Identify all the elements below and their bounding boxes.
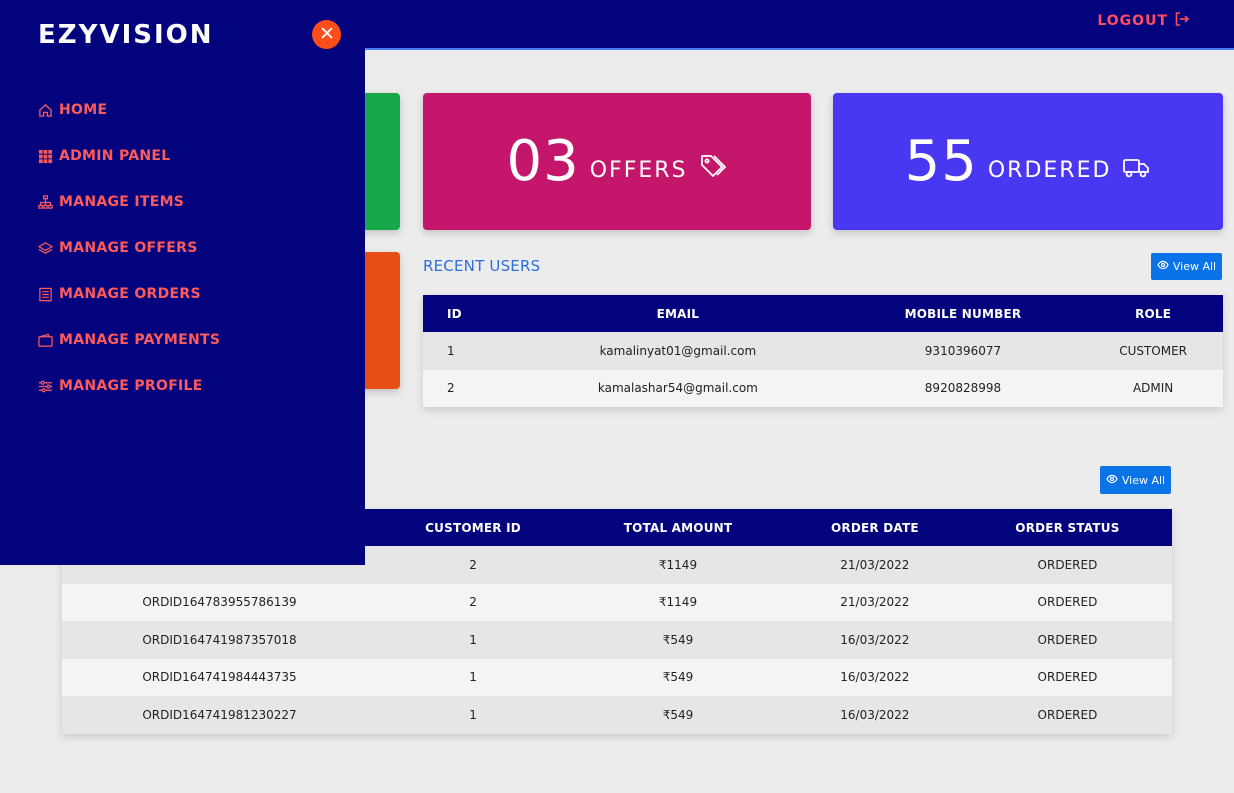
column-header: EMAIL <box>513 295 843 332</box>
table-row: 1 kamalinyat01@gmail.com 9310396077 CUST… <box>423 332 1223 370</box>
table-cell: ₹1149 <box>569 583 787 621</box>
table-row: ORDID164783955786139 2 ₹1149 21/03/2022 … <box>62 583 1172 621</box>
logout-button[interactable]: LOGOUT <box>1097 11 1190 31</box>
truck-icon <box>1121 152 1151 186</box>
table-cell: ADMIN <box>1083 369 1223 407</box>
document-icon <box>38 286 53 306</box>
eye-icon <box>1157 259 1169 274</box>
table-cell: 16/03/2022 <box>786 621 963 659</box>
table-cell: ORDERED <box>962 696 1172 734</box>
offers-label: OFFERS <box>589 158 688 183</box>
sidebar-item-manage-offers[interactable]: MANAGE OFFERS <box>37 240 220 286</box>
ordered-stat-card: 55 ORDERED <box>833 93 1223 230</box>
table-cell: 21/03/2022 <box>786 583 963 621</box>
table-cell: ₹549 <box>569 621 787 659</box>
recent-users-title: RECENT USERS <box>423 257 541 275</box>
logout-label: LOGOUT <box>1097 13 1168 29</box>
table-cell: 16/03/2022 <box>786 658 963 696</box>
logout-icon <box>1174 11 1190 31</box>
table-cell: kamalashar54@gmail.com <box>513 369 843 407</box>
layers-icon <box>37 240 54 260</box>
brand-logo[interactable]: EZYVISION <box>38 20 214 50</box>
sidebar-item-admin-panel[interactable]: ADMIN PANEL <box>38 148 220 194</box>
sidebar-item-home[interactable]: HOME <box>38 102 220 148</box>
column-header: ORDER STATUS <box>962 509 1172 546</box>
ordered-label: ORDERED <box>987 158 1112 183</box>
sidebar-item-label: MANAGE ITEMS <box>59 194 185 210</box>
sliders-icon <box>38 378 53 398</box>
recent-users-table: ID EMAIL MOBILE NUMBER ROLE 1 kamalinyat… <box>423 295 1223 407</box>
table-cell: 1 <box>377 658 570 696</box>
table-cell: ORDERED <box>962 621 1172 659</box>
table-row: 2 kamalashar54@gmail.com 8920828998 ADMI… <box>423 369 1223 407</box>
table-row: ORDID164741987357018 1 ₹549 16/03/2022 O… <box>62 621 1172 659</box>
sidebar-item-label: HOME <box>59 102 108 118</box>
table-cell: ₹549 <box>569 658 787 696</box>
sidebar-item-manage-items[interactable]: MANAGE ITEMS <box>38 194 220 240</box>
tags-icon <box>698 152 728 186</box>
table-cell: 2 <box>377 583 570 621</box>
grid-icon <box>38 148 53 168</box>
table-cell: ORDID164741984443735 <box>62 658 377 696</box>
table-cell: ORDERED <box>962 658 1172 696</box>
table-cell: 1 <box>377 696 570 734</box>
sidebar-nav: HOME ADMIN PANEL MANAGE ITEMS MANAGE OFF… <box>37 102 220 424</box>
sidebar-item-manage-profile[interactable]: MANAGE PROFILE <box>38 378 220 424</box>
table-cell: 1 <box>377 621 570 659</box>
sidebar-item-label: ADMIN PANEL <box>59 148 171 164</box>
sidebar-item-label: MANAGE PROFILE <box>59 378 203 394</box>
table-row: ORDID164741981230227 1 ₹549 16/03/2022 O… <box>62 696 1172 734</box>
wallet-icon <box>38 332 53 352</box>
sidebar: EZYVISION HOME ADMIN PANEL MANAGE ITEMS … <box>0 0 365 565</box>
sidebar-item-label: MANAGE ORDERS <box>59 286 201 302</box>
ordered-count: 55 <box>904 129 978 194</box>
column-header: CUSTOMER ID <box>377 509 570 546</box>
offers-stat-card: 03 OFFERS <box>423 93 811 230</box>
table-row: ORDID164741984443735 1 ₹549 16/03/2022 O… <box>62 658 1172 696</box>
table-cell: CUSTOMER <box>1083 332 1223 370</box>
table-cell: 8920828998 <box>842 369 1084 407</box>
table-cell: 2 <box>377 546 570 584</box>
table-cell: 9310396077 <box>842 332 1084 370</box>
column-header: ORDER DATE <box>786 509 963 546</box>
sidebar-item-manage-payments[interactable]: MANAGE PAYMENTS <box>38 332 220 378</box>
eye-icon <box>1106 473 1118 488</box>
table-cell: ₹549 <box>569 696 787 734</box>
column-header: MOBILE NUMBER <box>842 295 1084 332</box>
view-all-label: View All <box>1172 260 1217 273</box>
view-all-users-button[interactable]: View All <box>1151 253 1222 280</box>
table-header-row: ID EMAIL MOBILE NUMBER ROLE <box>423 295 1223 332</box>
table-cell: 21/03/2022 <box>786 546 963 584</box>
table-cell: 16/03/2022 <box>786 696 963 734</box>
sidebar-item-manage-orders[interactable]: MANAGE ORDERS <box>38 286 220 332</box>
close-sidebar-button[interactable] <box>312 20 341 49</box>
close-icon <box>320 25 334 44</box>
table-cell: ORDERED <box>962 546 1172 584</box>
table-cell: ORDID164783955786139 <box>62 583 377 621</box>
column-header: ROLE <box>1083 295 1223 332</box>
table-cell: ₹1149 <box>569 546 787 584</box>
table-cell: ORDERED <box>962 583 1172 621</box>
view-all-orders-button[interactable]: View All <box>1100 466 1171 494</box>
home-icon <box>38 102 53 122</box>
table-cell: kamalinyat01@gmail.com <box>513 332 843 370</box>
column-header: ID <box>423 295 513 332</box>
offers-count: 03 <box>506 129 580 194</box>
sidebar-item-label: MANAGE OFFERS <box>59 240 198 256</box>
table-cell: 2 <box>423 369 513 407</box>
table-cell: ORDID164741981230227 <box>62 696 377 734</box>
table-cell: 1 <box>423 332 513 370</box>
column-header: TOTAL AMOUNT <box>569 509 787 546</box>
sitemap-icon <box>38 194 53 214</box>
table-cell: ORDID164741987357018 <box>62 621 377 659</box>
sidebar-item-label: MANAGE PAYMENTS <box>59 332 221 348</box>
view-all-label: View All <box>1121 473 1166 487</box>
